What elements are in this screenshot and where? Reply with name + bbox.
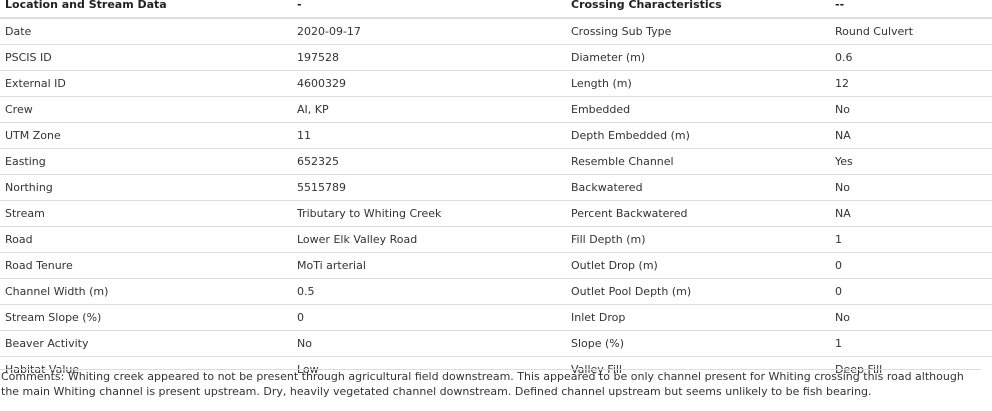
table-row: Date 2020-09-17 Crossing Sub Type Round …: [0, 17, 992, 45]
table-cell: Round Culvert: [830, 17, 992, 45]
table-cell: 0.6: [830, 44, 992, 71]
table-cell: Date: [0, 17, 292, 45]
table-cell: 1: [830, 226, 992, 253]
table-cell: Crew: [0, 96, 292, 123]
table-cell: Tributary to Whiting Creek: [292, 200, 566, 227]
table-cell: NA: [830, 200, 992, 227]
table-cell: Yes: [830, 148, 992, 175]
table-cell: 0: [292, 304, 566, 331]
table-cell: 2020-09-17: [292, 17, 566, 45]
table-cell: No: [830, 174, 992, 201]
table-cell: Stream Slope (%): [0, 304, 292, 331]
table-cell: Lower Elk Valley Road: [292, 226, 566, 253]
table-cell: 5515789: [292, 174, 566, 201]
table-cell: Outlet Pool Depth (m): [566, 278, 830, 305]
table-cell: Inlet Drop: [566, 304, 830, 331]
table-cell: Diameter (m): [566, 44, 830, 71]
table-cell: MoTi arterial: [292, 252, 566, 279]
header-location-value: -: [292, 0, 566, 19]
table-cell: Length (m): [566, 70, 830, 97]
table-cell: 11: [292, 122, 566, 149]
table-cell: NA: [830, 122, 992, 149]
table-row: Crew AI, KP Embedded No: [0, 96, 992, 123]
table-cell: 197528: [292, 44, 566, 71]
table-row: External ID 4600329 Length (m) 12: [0, 70, 992, 97]
table-cell: Beaver Activity: [0, 330, 292, 357]
table-row: Channel Width (m) 0.5 Outlet Pool Depth …: [0, 278, 992, 305]
table-cell: 0: [830, 278, 992, 305]
comments-text: Comments: Whiting creek appeared to not …: [0, 369, 981, 399]
table-row: Stream Tributary to Whiting Creek Percen…: [0, 200, 992, 227]
table-cell: UTM Zone: [0, 122, 292, 149]
header-crossing-value: --: [830, 0, 992, 19]
table-cell: 12: [830, 70, 992, 97]
table-row: Easting 652325 Resemble Channel Yes: [0, 148, 992, 175]
table-cell: Northing: [0, 174, 292, 201]
table-row: Beaver Activity No Slope (%) 1: [0, 330, 992, 357]
header-crossing-characteristics: Crossing Characteristics: [566, 0, 830, 19]
table-cell: PSCIS ID: [0, 44, 292, 71]
table-row: Road Lower Elk Valley Road Fill Depth (m…: [0, 226, 992, 253]
table-cell: AI, KP: [292, 96, 566, 123]
table-cell: Road: [0, 226, 292, 253]
table-cell: Outlet Drop (m): [566, 252, 830, 279]
table-cell: Fill Depth (m): [566, 226, 830, 253]
table-cell: Channel Width (m): [0, 278, 292, 305]
crossing-data-table: Location and Stream Data - Crossing Char…: [0, 0, 992, 382]
table-cell: Stream: [0, 200, 292, 227]
table-cell: No: [830, 304, 992, 331]
table-row: Road Tenure MoTi arterial Outlet Drop (m…: [0, 252, 992, 279]
table-cell: Slope (%): [566, 330, 830, 357]
table-row: Stream Slope (%) 0 Inlet Drop No: [0, 304, 992, 331]
table-cell: Backwatered: [566, 174, 830, 201]
table-cell: Crossing Sub Type: [566, 17, 830, 45]
header-location-stream-data: Location and Stream Data: [0, 0, 292, 19]
table-cell: 0: [830, 252, 992, 279]
table-cell: Road Tenure: [0, 252, 292, 279]
table-cell: 1: [830, 330, 992, 357]
table-cell: Percent Backwatered: [566, 200, 830, 227]
table-cell: No: [830, 96, 992, 123]
table-cell: 0.5: [292, 278, 566, 305]
table-row: PSCIS ID 197528 Diameter (m) 0.6: [0, 44, 992, 71]
table-cell: 652325: [292, 148, 566, 175]
table-cell: Depth Embedded (m): [566, 122, 830, 149]
table-cell: Resemble Channel: [566, 148, 830, 175]
table-cell: No: [292, 330, 566, 357]
table-cell: External ID: [0, 70, 292, 97]
table-cell: Embedded: [566, 96, 830, 123]
table-cell: 4600329: [292, 70, 566, 97]
table-header-row: Location and Stream Data - Crossing Char…: [0, 0, 992, 19]
table-row: UTM Zone 11 Depth Embedded (m) NA: [0, 122, 992, 149]
table-cell: Easting: [0, 148, 292, 175]
table-row: Northing 5515789 Backwatered No: [0, 174, 992, 201]
